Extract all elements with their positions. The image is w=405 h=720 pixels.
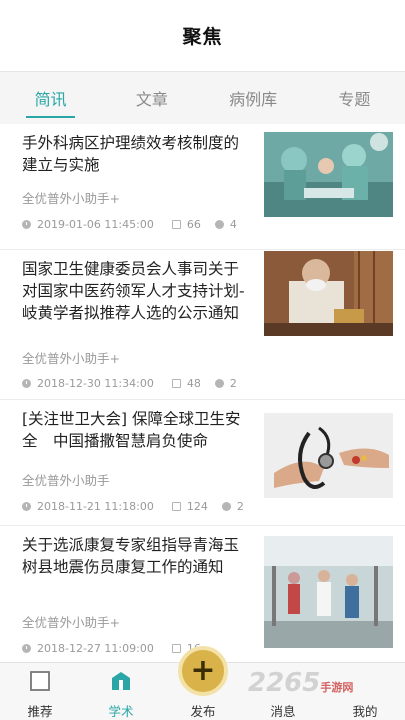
comment-icon bbox=[214, 219, 224, 229]
clock-icon bbox=[22, 643, 31, 653]
article-comments: 2 bbox=[229, 376, 237, 390]
nav-academic[interactable]: 学术 bbox=[86, 663, 156, 720]
academy-icon bbox=[112, 672, 130, 690]
article-meta: 2018-12-27 11:09:00 16 bbox=[22, 640, 201, 656]
list-item[interactable]: 手外科病区护理绩效考核制度的建立与实施 全优普外小助手+ 2019-01-06 … bbox=[0, 124, 405, 250]
article-date: 2018-12-30 11:34:00 bbox=[37, 376, 154, 390]
tab-topics[interactable]: 专题 bbox=[304, 72, 405, 124]
watermark-sub: 手游网 bbox=[320, 681, 354, 694]
views-icon bbox=[171, 378, 181, 388]
views-icon bbox=[171, 219, 181, 229]
comment-icon bbox=[214, 378, 224, 388]
tab-bar: 简讯 文章 病例库 专题 bbox=[0, 72, 405, 124]
article-date: 2018-12-27 11:09:00 bbox=[37, 641, 154, 655]
clock-icon bbox=[22, 378, 31, 388]
top-bar: 聚焦 bbox=[0, 0, 405, 72]
article-title: 手外科病区护理绩效考核制度的建立与实施 bbox=[22, 134, 240, 174]
list-item[interactable]: [关注世卫大会] 保障全球卫生安全 中国播撒智慧肩负使命 全优普外小助手 201… bbox=[0, 400, 405, 526]
page-title: 聚焦 bbox=[182, 26, 223, 48]
article-meta: 2018-12-30 11:34:00 48 2 bbox=[22, 375, 237, 391]
article-title: 关于选派康复专家组指导青海玉树县地震伤员康复工作的通知 bbox=[22, 536, 240, 576]
tab-case-library[interactable]: 病例库 bbox=[203, 72, 304, 124]
watermark-brand: 2265 bbox=[248, 668, 321, 698]
views-icon bbox=[171, 501, 181, 511]
comment-icon bbox=[221, 501, 231, 511]
article-views: 124 bbox=[186, 499, 208, 513]
article-source: 全优普外小助手+ bbox=[22, 191, 120, 206]
article-title: 国家卫生健康委员会人事司关于 对国家中医药领军人才支持计划-岐黄学者拟推荐人选的… bbox=[22, 260, 245, 322]
list-item[interactable]: 国家卫生健康委员会人事司关于 对国家中医药领军人才支持计划-岐黄学者拟推荐人选的… bbox=[0, 250, 405, 400]
article-source: 全优普外小助手+ bbox=[22, 615, 120, 630]
plus-icon: + bbox=[190, 653, 216, 688]
elderly-doctor-photo bbox=[264, 251, 393, 336]
article-date: 2018-11-21 11:18:00 bbox=[37, 499, 154, 513]
tab-articles[interactable]: 文章 bbox=[101, 72, 202, 124]
article-comments: 2 bbox=[236, 499, 244, 513]
article-source: 全优普外小助手+ bbox=[22, 351, 120, 366]
nav-recommend[interactable]: 推荐 bbox=[5, 663, 75, 720]
square-outline-icon bbox=[30, 671, 50, 691]
rehab-center-photo bbox=[264, 536, 393, 648]
nav-label: 消息 bbox=[270, 704, 296, 719]
stethoscope-photo bbox=[264, 413, 393, 498]
nav-label: 我的 bbox=[352, 704, 378, 719]
watermark: 2265手游网 bbox=[248, 668, 353, 698]
article-title: [关注世卫大会] 保障全球卫生安全 中国播撒智慧肩负使命 bbox=[22, 410, 241, 450]
article-meta: 2018-11-21 11:18:00 124 2 bbox=[22, 498, 244, 514]
article-views: 66 bbox=[186, 217, 201, 231]
article-list: 手外科病区护理绩效考核制度的建立与实施 全优普外小助手+ 2019-01-06 … bbox=[0, 124, 405, 662]
nav-label: 学术 bbox=[108, 704, 134, 719]
article-views: 48 bbox=[186, 376, 201, 390]
surgery-team-photo bbox=[264, 132, 393, 217]
clock-icon bbox=[22, 219, 31, 229]
article-source: 全优普外小助手 bbox=[22, 473, 110, 488]
list-item[interactable]: 关于选派康复专家组指导青海玉树县地震伤员康复工作的通知 全优普外小助手+ 201… bbox=[0, 526, 405, 662]
clock-icon bbox=[22, 501, 31, 511]
article-comments: 4 bbox=[229, 217, 237, 231]
views-icon bbox=[171, 643, 181, 653]
tab-news[interactable]: 简讯 bbox=[0, 72, 101, 124]
article-date: 2019-01-06 11:45:00 bbox=[37, 217, 154, 231]
nav-label: 推荐 bbox=[27, 704, 53, 719]
article-meta: 2019-01-06 11:45:00 66 4 bbox=[22, 216, 237, 232]
nav-label: 发布 bbox=[190, 704, 216, 719]
publish-button[interactable]: + bbox=[178, 646, 228, 696]
